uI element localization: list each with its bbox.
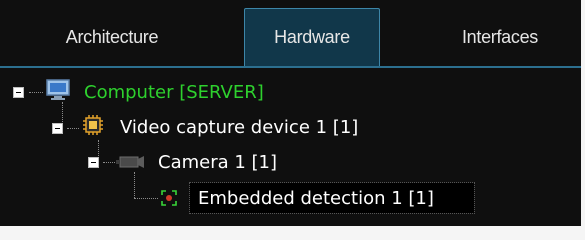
tree-connector [29, 92, 43, 93]
collapse-toggle-computer[interactable] [13, 87, 24, 98]
hardware-panel: Architecture Hardware Interfaces Compute… [0, 0, 581, 226]
tab-architecture[interactable]: Architecture [14, 8, 210, 66]
camera-label: Camera 1 [1] [158, 151, 278, 173]
detection-icon [160, 189, 178, 212]
collapse-toggle-video-device[interactable] [52, 123, 63, 134]
tree-connector [67, 128, 79, 129]
tab-bar: Architecture Hardware Interfaces [0, 0, 581, 66]
video-device-label: Video capture device 1 [1] [120, 116, 359, 138]
tree-item-camera[interactable]: Camera 1 [1] [158, 148, 277, 176]
chip-icon [82, 114, 104, 141]
collapse-toggle-camera[interactable] [88, 157, 99, 168]
detection-label: Embedded detection 1 [1] [198, 187, 434, 209]
hardware-tree: Computer [SERVER] Video capture device 1… [0, 68, 581, 226]
app-frame: Architecture Hardware Interfaces Compute… [0, 0, 585, 240]
tree-item-embedded-detection[interactable]: Embedded detection 1 [1] [198, 184, 434, 212]
tab-hardware[interactable]: Hardware [244, 8, 380, 66]
tree-item-video-capture-device[interactable]: Video capture device 1 [1] [120, 113, 358, 141]
computer-label: Computer [SERVER] [84, 81, 264, 103]
tree-connector [103, 162, 115, 163]
monitor-icon [46, 79, 70, 106]
tree-connector [134, 198, 158, 199]
tab-interfaces[interactable]: Interfaces [420, 8, 580, 66]
tree-item-computer[interactable]: Computer [SERVER] [84, 78, 264, 106]
camera-icon [116, 152, 148, 177]
